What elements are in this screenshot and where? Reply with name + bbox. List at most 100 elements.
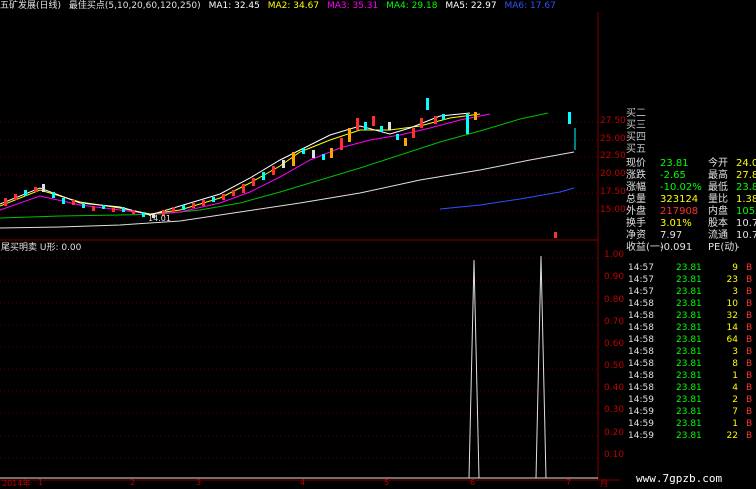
tick-time: 14:57 bbox=[628, 275, 654, 285]
tick-volume: 9 bbox=[732, 263, 738, 273]
date-label-year: 2014年 bbox=[2, 479, 31, 488]
sub-label-10: 0.10 bbox=[604, 450, 625, 460]
candles bbox=[4, 98, 576, 218]
tick-time: 14:57 bbox=[628, 287, 654, 297]
tick-price: 23.81 bbox=[676, 299, 702, 309]
sub-label-7: 0.40 bbox=[604, 383, 625, 393]
tick-volume: 4 bbox=[732, 383, 738, 393]
ma6-line bbox=[439, 187, 575, 210]
tick-price: 23.81 bbox=[676, 335, 702, 345]
quote-label: 股本 bbox=[708, 218, 728, 229]
tick-time: 14:59 bbox=[628, 407, 654, 417]
tick-row: 14:58 23.81 10 B bbox=[626, 298, 754, 310]
quote-label: 收益(一) bbox=[626, 242, 664, 253]
quote-value: 10.7亿 bbox=[736, 218, 756, 229]
stock-title[interactable]: 五矿发展(日线) bbox=[0, 1, 61, 11]
tick-price: 23.81 bbox=[676, 371, 702, 381]
sub-signal-spikes bbox=[0, 255, 598, 479]
quote-label: 总量 bbox=[626, 194, 646, 205]
quote-value: 24.05 bbox=[736, 158, 756, 169]
quote-value: 7.97 bbox=[660, 230, 683, 241]
kline-chart[interactable]: 14.01 bbox=[0, 12, 620, 488]
tick-volume: 10 bbox=[726, 299, 738, 309]
tick-side: B bbox=[746, 323, 753, 333]
tick-row: 14:59 23.81 22 B bbox=[626, 430, 754, 442]
tick-side: B bbox=[746, 287, 753, 297]
sub-label-8: 0.30 bbox=[604, 405, 625, 415]
quote-label: 现价 bbox=[626, 158, 646, 169]
tick-volume: 64 bbox=[726, 335, 738, 345]
tick-price: 23.81 bbox=[676, 275, 702, 285]
tick-side: B bbox=[746, 371, 753, 381]
order-book-buy3: 买三 bbox=[626, 120, 646, 131]
tick-time: 14:58 bbox=[628, 347, 654, 357]
tick-time: 14:59 bbox=[628, 395, 654, 405]
tick-row: 14:57 23.81 23 B bbox=[626, 274, 754, 286]
tick-price: 23.81 bbox=[676, 419, 702, 429]
price-label-1: 27.50 bbox=[600, 116, 626, 126]
quote-value: - bbox=[736, 242, 740, 253]
chart-header: 五矿发展(日线) 最佳买点(5,10,20,60,120,250) MA1: 3… bbox=[0, 0, 620, 12]
order-book-buy4: 买四 bbox=[626, 132, 646, 143]
tick-volume: 22 bbox=[726, 431, 738, 441]
tick-row: 14:59 23.81 1 B bbox=[626, 418, 754, 430]
tick-side: B bbox=[746, 359, 753, 369]
tick-row: 14:59 23.81 2 B bbox=[626, 394, 754, 406]
sub-label-9: 0.20 bbox=[604, 428, 625, 438]
tick-price: 23.81 bbox=[676, 263, 702, 273]
quote-label: 今开 bbox=[708, 158, 728, 169]
ma3-line bbox=[0, 113, 491, 215]
quote-label: 最低 bbox=[708, 182, 728, 193]
tick-time: 14:58 bbox=[628, 323, 654, 333]
quote-label: 外盘 bbox=[626, 206, 646, 217]
quote-value: 217908 bbox=[660, 206, 699, 217]
sub-label-3: 0.80 bbox=[604, 295, 625, 305]
tick-time: 14:58 bbox=[628, 311, 654, 321]
sub-indicator-title[interactable]: 尾买明卖 U形: 0.00 bbox=[1, 240, 81, 253]
tick-volume: 32 bbox=[726, 311, 738, 321]
date-label-1: 1 bbox=[38, 478, 44, 487]
tick-row: 14:58 23.81 14 B bbox=[626, 322, 754, 334]
date-label-3: 3 bbox=[196, 478, 202, 487]
tick-volume: 1 bbox=[732, 419, 738, 429]
tick-volume: 2 bbox=[732, 395, 738, 405]
order-book-buy2: 买二 bbox=[626, 108, 646, 119]
tick-time: 14:58 bbox=[628, 371, 654, 381]
tick-side: B bbox=[746, 311, 753, 321]
price-axis: 27.50 25.00 22.50 20.00 17.50 15.00 bbox=[598, 110, 626, 235]
tick-price: 23.81 bbox=[676, 311, 702, 321]
quote-label: 最高 bbox=[708, 170, 728, 181]
ma5-label: MA5: 22.97 bbox=[445, 1, 497, 11]
tick-row: 14:59 23.81 7 B bbox=[626, 406, 754, 418]
tick-volume: 23 bbox=[726, 275, 738, 285]
quote-panel: 买二 买三 买四 买五 现价 23.81 今开 24.05 涨跌 -2.65 最高 27.81… bbox=[624, 108, 756, 487]
tick-row: 14:58 23.81 1 B bbox=[626, 370, 754, 382]
sub-label-4: 0.70 bbox=[604, 317, 625, 327]
tick-volume: 1 bbox=[732, 371, 738, 381]
quote-value: 3.01% bbox=[660, 218, 692, 229]
tick-side: B bbox=[746, 419, 753, 429]
quote-label: 换手 bbox=[626, 218, 646, 229]
indicator-name[interactable]: 最佳买点(5,10,20,60,120,250) bbox=[69, 1, 201, 11]
tick-volume: 8 bbox=[732, 359, 738, 369]
tick-volume: 7 bbox=[732, 407, 738, 417]
quote-label: 涨跌 bbox=[626, 170, 646, 181]
date-label-month: 月 bbox=[600, 479, 608, 488]
tick-row: 14:57 23.81 9 B bbox=[626, 262, 754, 274]
tick-time: 14:58 bbox=[628, 359, 654, 369]
quote-value: -10.02% bbox=[660, 182, 702, 193]
quote-value: -0.091 bbox=[660, 242, 693, 253]
ma6-label: MA6: 17.67 bbox=[504, 1, 556, 11]
tick-row: 14:58 23.81 32 B bbox=[626, 310, 754, 322]
sub-label-2: 0.90 bbox=[604, 272, 625, 282]
tick-side: B bbox=[746, 275, 753, 285]
sub-label-6: 0.50 bbox=[604, 361, 625, 371]
order-book-buy5: 买五 bbox=[626, 144, 646, 155]
price-label-5: 17.50 bbox=[600, 187, 626, 197]
tick-side: B bbox=[746, 383, 753, 393]
tick-volume: 14 bbox=[726, 323, 738, 333]
tick-side: B bbox=[746, 407, 753, 417]
quote-label: 涨幅 bbox=[626, 182, 646, 193]
tick-price: 23.81 bbox=[676, 407, 702, 417]
quote-value: 10.7亿 bbox=[736, 230, 756, 241]
